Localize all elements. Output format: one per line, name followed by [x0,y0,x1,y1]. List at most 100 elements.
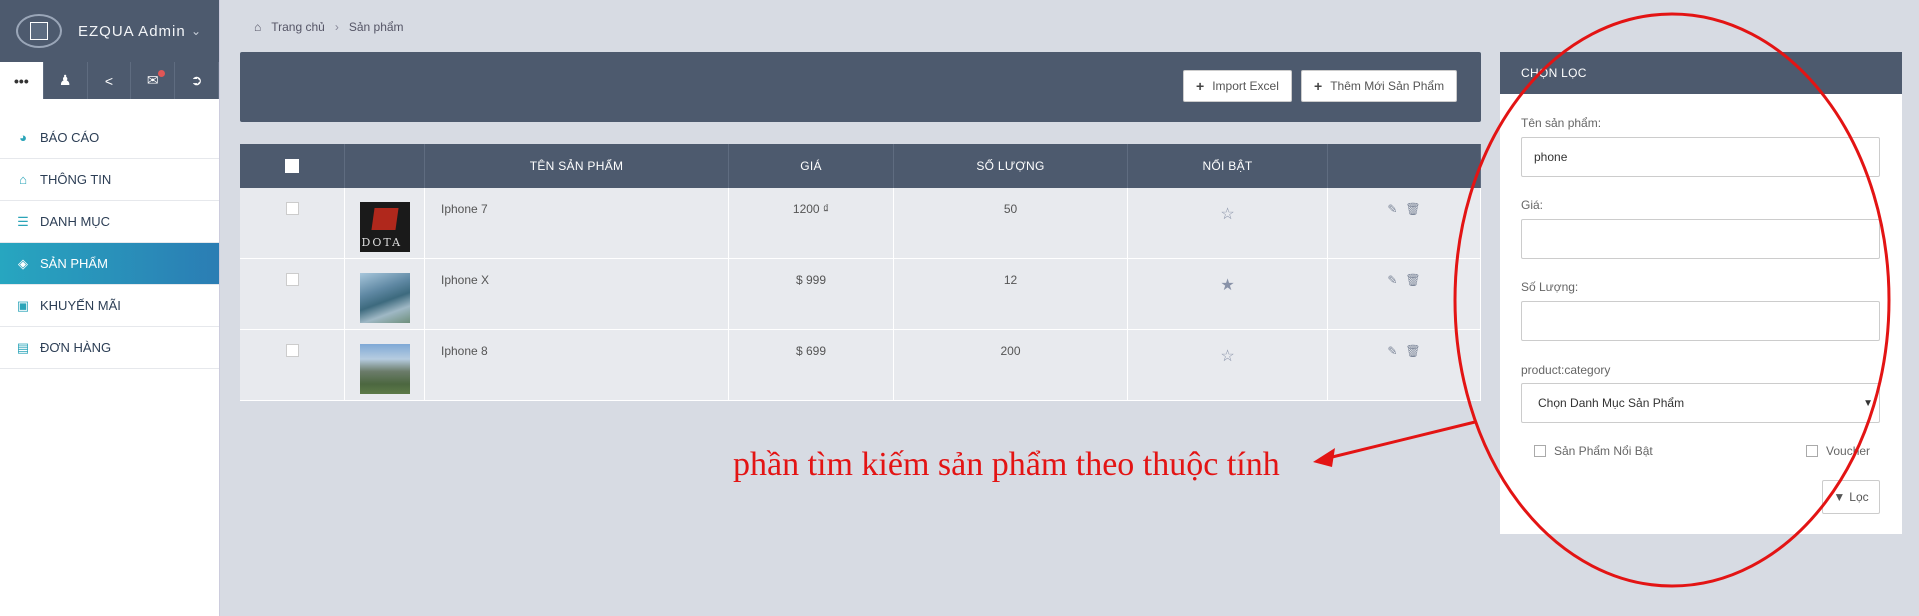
voucher-checkbox-group[interactable]: Voucher [1806,444,1870,458]
name-label: Tên sản phẩm: [1521,116,1602,130]
breadcrumb-separator: › [334,20,339,34]
voucher-label: Voucher [1826,444,1871,458]
featured-label: Sản Phẩm Nổi Bật [1554,444,1653,458]
mail-icon[interactable]: ✉ [131,62,176,99]
select-all-cell [240,144,345,188]
filter-button[interactable]: ▼ Lọc [1822,480,1880,514]
header-quantity[interactable]: SỐ LƯỢNG [894,144,1128,188]
trash-icon[interactable]: 🗑 [1405,273,1420,329]
add-product-label: Thêm Mới Sản Phẩm [1330,79,1445,93]
featured-checkbox-group[interactable]: Sản Phẩm Nổi Bật [1534,444,1653,458]
breadcrumb-current: Sản phẩm [348,20,404,34]
edit-icon[interactable]: ✎ [1387,202,1397,258]
edit-icon[interactable]: ✎ [1387,344,1397,400]
edit-icon[interactable]: ✎ [1387,273,1397,329]
voucher-checkbox[interactable] [1806,445,1818,457]
sidebar-item-thong-tin[interactable]: ⌂ THÔNG TIN [0,159,219,201]
sidebar-item-danh-muc[interactable]: ☰ DANH MỤC [0,201,219,243]
plus-icon: + [1314,78,1323,94]
sidebar-item-label: THÔNG TIN [40,172,112,187]
trash-icon[interactable]: 🗑 [1405,344,1420,400]
home-icon: ⌂ [254,20,262,34]
product-thumbnail [359,273,410,323]
breadcrumb: ⌂ Trang chủ › Sản phẩm [254,20,404,34]
user-icon[interactable]: ♟ [43,62,88,99]
category-value: Chọn Danh Mục Sản Phẩm [1538,396,1685,410]
toolbar: + Import Excel + Thêm Mới Sản Phẩm [240,52,1481,122]
star-outline-icon[interactable]: ☆ [1220,204,1234,258]
table-header: TÊN SẢN PHẨM GIÁ SỐ LƯỢNG NỔI BẬT [240,144,1481,188]
product-quantity: 200 [894,330,1128,400]
category-label: product:category [1521,363,1611,377]
annotation-text: phần tìm kiếm sản phẩm theo thuộc tính [733,446,1280,483]
sidebar-item-label: DANH MỤC [40,214,111,229]
product-name: Iphone 7 [425,188,729,258]
sidebar-item-san-pham[interactable]: ◈ SẢN PHẨM [0,243,219,285]
quantity-label: Số Lượng: [1521,280,1579,294]
notification-dot [158,70,166,77]
name-input[interactable]: phone [1521,137,1880,177]
product-table: TÊN SẢN PHẨM GIÁ SỐ LƯỢNG NỔI BẬT DOTA I… [240,144,1481,401]
table-row: Iphone 8 $ 699 200 ☆ ✎ 🗑 [240,330,1481,401]
featured-checkbox[interactable] [1534,445,1546,457]
home-icon: ⌂ [19,172,27,187]
filter-icon: ▼ [1833,490,1846,504]
sidebar-item-label: KHUYẾN MÃI [40,298,121,313]
product-name: Iphone 8 [425,330,729,400]
product-price: $ 999 [729,259,894,329]
sidebar-item-label: SẢN PHẨM [40,256,108,271]
icon-bar: ••• ♟ < ✉ ➲ [0,62,219,99]
share-icon[interactable]: < [87,62,132,99]
sidebar: EZQUA Admin ⌄ ••• ♟ < ✉ ➲ ◕ BÁO CÁO ⌂ TH… [0,0,220,616]
table-row: Iphone X $ 999 12 ★ ✎ 🗑 [240,259,1481,330]
header-image [345,144,425,188]
header-name[interactable]: TÊN SẢN PHẨM [425,144,729,188]
chevron-down-icon[interactable]: ⌄ [191,24,201,38]
app-title: EZQUA Admin [78,22,186,40]
caret-down-icon: ▼ [1863,397,1873,409]
product-quantity: 12 [894,259,1128,329]
annotation-arrow-line [1319,420,1476,462]
quantity-input[interactable] [1521,301,1880,341]
header-actions [1328,144,1481,188]
sidebar-item-label: ĐƠN HÀNG [40,340,112,355]
product-price: $ 699 [729,330,894,400]
add-product-button[interactable]: + Thêm Mới Sản Phẩm [1301,70,1458,102]
header-featured[interactable]: NỔI BẬT [1128,144,1328,188]
select-all-checkbox[interactable] [285,159,299,173]
dashboard-icon: ◕ [19,130,27,145]
trash-icon[interactable]: 🗑 [1405,202,1420,258]
price-label: Giá: [1521,198,1544,212]
row-checkbox[interactable] [285,344,299,357]
import-excel-label: Import Excel [1212,79,1279,93]
sidebar-menu: ◕ BÁO CÁO ⌂ THÔNG TIN ☰ DANH MỤC ◈ SẢN P… [0,117,219,369]
plus-icon: + [1196,78,1205,94]
breadcrumb-home[interactable]: Trang chủ [271,20,325,34]
filter-button-label: Lọc [1849,490,1869,504]
product-name: Iphone X [425,259,729,329]
more-icon[interactable]: ••• [0,62,44,99]
gift-icon: ▣ [16,297,30,313]
annotation-arrow-head [1313,448,1335,467]
star-outline-icon[interactable]: ☆ [1220,346,1234,400]
avatar [16,14,62,48]
product-price: 1200 ₫ [729,188,894,258]
header-price[interactable]: GIÁ [729,144,894,188]
brand-header[interactable]: EZQUA Admin ⌄ [0,0,219,62]
product-thumbnail: DOTA [359,202,410,252]
filter-panel: CHỌN LỌC Tên sản phẩm: phone Giá: Số Lượ… [1500,52,1902,534]
import-excel-button[interactable]: + Import Excel [1183,70,1292,102]
row-checkbox[interactable] [285,202,299,215]
logout-icon[interactable]: ➲ [175,62,219,99]
list-icon: ☰ [17,213,29,229]
table-row: DOTA Iphone 7 1200 ₫ 50 ☆ ✎ 🗑 [240,188,1481,259]
category-select[interactable]: Chọn Danh Mục Sản Phẩm ▼ [1521,383,1880,423]
sidebar-item-bao-cao[interactable]: ◕ BÁO CÁO [0,117,219,159]
order-icon: ▤ [16,339,30,355]
price-input[interactable] [1521,219,1880,259]
sidebar-item-khuyen-mai[interactable]: ▣ KHUYẾN MÃI [0,285,219,327]
star-filled-icon[interactable]: ★ [1220,275,1234,329]
cube-icon: ◈ [18,255,28,271]
row-checkbox[interactable] [285,273,299,286]
sidebar-item-don-hang[interactable]: ▤ ĐƠN HÀNG [0,327,219,369]
